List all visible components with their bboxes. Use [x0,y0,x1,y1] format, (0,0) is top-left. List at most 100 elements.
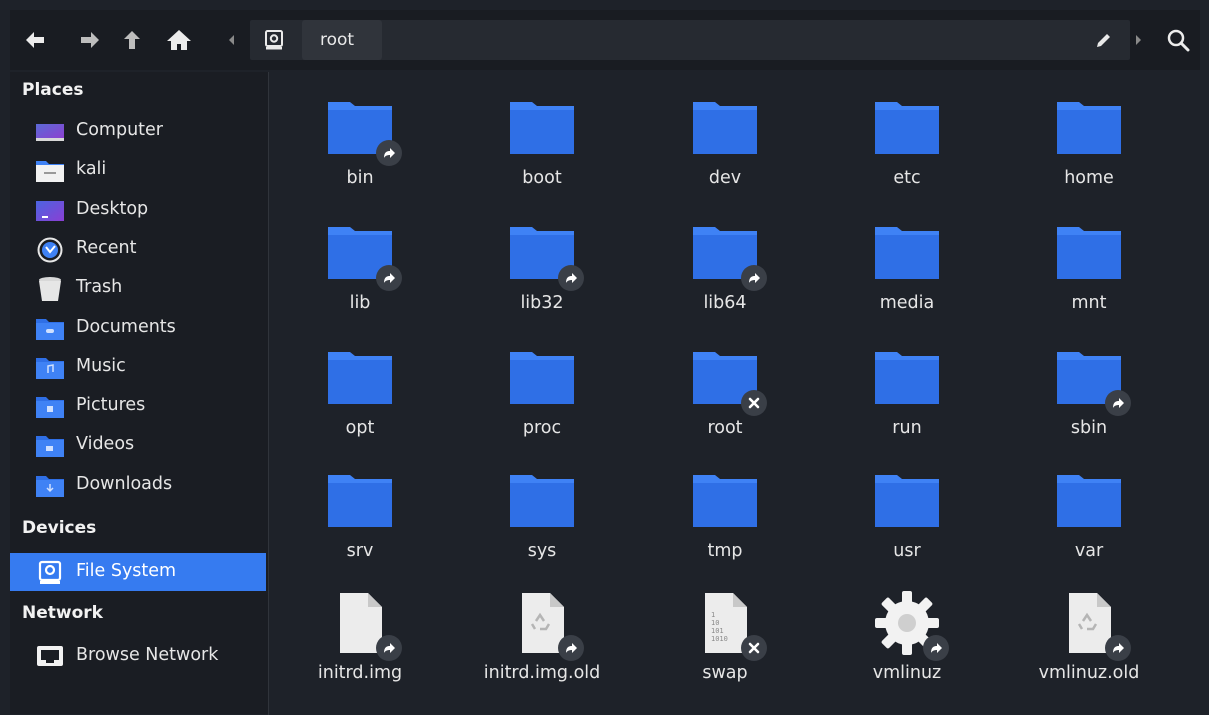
folder-icon [508,221,584,291]
sidebar-item-label: Trash [76,277,123,298]
sidebar-item-label: Pictures [76,395,146,416]
file-name: boot [522,168,562,188]
home-button[interactable] [162,23,196,57]
scroll-left-button[interactable] [227,30,237,50]
file-name: initrd.img.old [483,663,601,683]
folder-lib32[interactable]: lib32 [452,207,632,327]
svg-text:1: 1 [711,611,715,619]
folder-etc[interactable]: etc [817,82,997,202]
folder-home[interactable]: home [999,82,1179,202]
sidebar-item-pictures[interactable]: Pictures [10,387,266,425]
file-name: lib64 [703,293,747,313]
chevron-right-icon [1136,35,1141,45]
file-name: lib [349,293,371,313]
chevron-left-icon [229,35,234,45]
folder-icon [873,221,941,285]
file-name: run [892,418,922,438]
folder-icon [326,96,402,166]
path-segment-root[interactable]: root [302,20,382,60]
folder-icon [691,96,759,160]
sidebar-item-label: File System [76,561,177,581]
symlink-badge-icon [376,140,402,166]
sidebar-item-desktop[interactable]: Desktop [10,191,266,229]
symlink-badge-icon [1105,635,1131,661]
folder-sbin[interactable]: sbin [999,332,1179,452]
gear-icon [873,591,949,661]
folder-root[interactable]: root [635,332,815,452]
file-initrd-img[interactable]: initrd.img [270,577,450,697]
recycle-file-icon [508,591,584,661]
symlink-badge-icon [376,635,402,661]
folder-sys[interactable]: sys [452,455,632,575]
folder-mnt[interactable]: mnt [999,207,1179,327]
folder-srv[interactable]: srv [270,455,450,575]
forward-button[interactable] [73,23,107,57]
symlink-badge-icon [558,265,584,291]
path-drive-button[interactable] [250,20,298,60]
file-name: root [707,418,743,438]
folder-icon [1055,221,1123,285]
network-icon [34,644,66,670]
file-name: media [879,293,935,313]
file-vmlinuz-old[interactable]: vmlinuz.old [999,577,1179,697]
file-swap[interactable]: 1 10 101 1010 swap [635,577,815,697]
folder-bin[interactable]: bin [270,82,450,202]
path-bar: root [250,20,1130,60]
places-header: Places [22,80,84,100]
sidebar-item-computer[interactable]: Computer [10,112,266,150]
desktop-icon [34,198,66,224]
folder-icon [1055,96,1123,160]
symlink-badge-icon [923,635,949,661]
pencil-icon [1097,34,1110,47]
file-name: sys [527,541,557,561]
folder-icon [873,96,941,160]
sidebar-item-trash[interactable]: Trash [10,269,266,307]
sidebar-item-browse-network[interactable]: Browse Network [10,637,266,675]
file-name: mnt [1071,293,1107,313]
file-name: usr [893,541,921,561]
folder-icon [326,469,394,533]
up-button[interactable] [115,23,149,57]
file-name: var [1074,541,1104,561]
folder-lib[interactable]: lib [270,207,450,327]
folder-icon [691,346,767,416]
folder-media[interactable]: media [817,207,997,327]
svg-text:101: 101 [711,627,724,635]
edit-path-button[interactable] [1086,20,1122,60]
file-vmlinuz[interactable]: vmlinuz [817,577,997,697]
folder-dev[interactable]: dev [635,82,815,202]
folder-boot[interactable]: boot [452,82,632,202]
sidebar-item-label: Computer [76,120,163,140]
folder-proc[interactable]: proc [452,332,632,452]
downloads-folder-icon [34,473,66,499]
sidebar-item-downloads[interactable]: Downloads [10,466,266,504]
file-name: etc [893,168,921,188]
search-button[interactable] [1162,24,1194,56]
sidebar-item-kali[interactable]: kali [10,151,266,189]
folder-usr[interactable]: usr [817,455,997,575]
file-name: initrd.img [317,663,403,683]
sidebar-item-label: Documents [76,316,176,337]
folder-run[interactable]: run [817,332,997,452]
sidebar-item-documents[interactable]: Documents [10,309,266,347]
scroll-right-button[interactable] [1133,30,1143,50]
sidebar: Places Computer kali Desktop Recent Trash Docu… [10,72,268,714]
arrow-left-icon [26,32,44,48]
drive-icon [265,30,283,50]
file-initrd-img-old[interactable]: initrd.img.old [452,577,632,697]
folder-lib64[interactable]: lib64 [635,207,815,327]
sidebar-item-recent[interactable]: Recent [10,230,266,268]
folder-icon [691,221,767,291]
sidebar-item-music[interactable]: Music [10,348,266,386]
path-segment-label: root [320,30,355,50]
folder-opt[interactable]: opt [270,332,450,452]
sidebar-item-videos[interactable]: Videos [10,426,266,464]
network-header: Network [22,603,103,623]
folder-var[interactable]: var [999,455,1179,575]
back-button[interactable] [18,23,52,57]
arrow-right-icon [81,32,99,48]
sidebar-item-file-system[interactable]: File System [10,553,266,591]
sidebar-item-label: Downloads [76,473,173,494]
folder-tmp[interactable]: tmp [635,455,815,575]
folder-icon [508,96,576,160]
